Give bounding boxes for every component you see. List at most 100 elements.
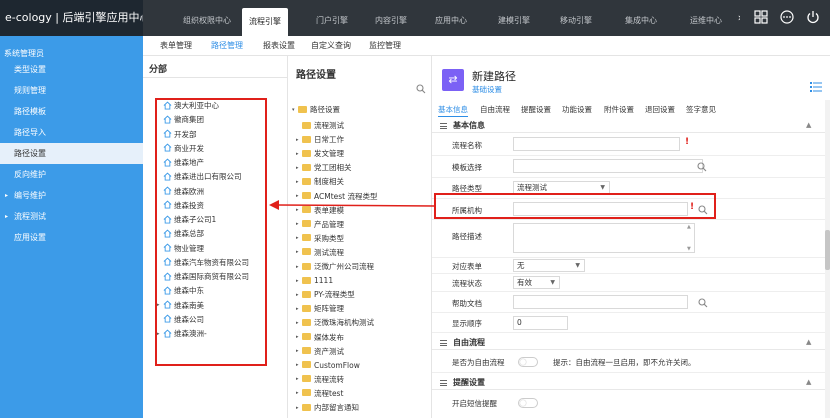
status-select[interactable]: 有效 ▼ xyxy=(513,276,560,289)
subnav-item[interactable]: 路径管理 xyxy=(211,36,243,56)
topnav-item[interactable]: 移动引擎 xyxy=(553,0,599,36)
field-row-help: 帮助文档 xyxy=(432,292,830,313)
form-tab[interactable]: 附件设置 xyxy=(604,102,634,117)
form-panel: ⇄ 新建路径 基础设置 基本信息 自由流程 提醒设置 功能设置 附件设置 退回设置 签字意见… xyxy=(432,56,830,418)
path-tree-root[interactable]: ▾ 路径设置 xyxy=(292,103,340,116)
search-icon[interactable] xyxy=(416,84,426,94)
path-item[interactable]: ▸ 矩阵管理 xyxy=(296,302,344,315)
sidebar-item[interactable]: 反向维护 xyxy=(0,164,143,185)
form-tab[interactable]: 基本信息 xyxy=(438,102,468,117)
search-icon[interactable] xyxy=(697,162,707,172)
folder-icon xyxy=(302,192,311,199)
scrollbar-thumb[interactable] xyxy=(825,230,830,270)
chevron-down-icon: ▼ xyxy=(550,279,555,286)
path-item[interactable]: ▸ CustomFlow xyxy=(296,359,360,372)
subnav-item[interactable]: 自定义查询 xyxy=(311,36,351,56)
path-item[interactable]: ▸ 制度相关 xyxy=(296,175,344,188)
form-tab[interactable]: 签字意见 xyxy=(686,102,716,117)
topnav-item[interactable]: 流程引擎 xyxy=(242,8,288,36)
form-tab[interactable]: 提醒设置 xyxy=(521,102,551,117)
path-item[interactable]: ▸ 表单建模 xyxy=(296,204,344,217)
chevron-up-icon[interactable]: ▲ xyxy=(806,121,811,129)
path-item[interactable]: ▸ 1111 xyxy=(296,274,333,287)
path-item[interactable]: ▸ 日常工作 xyxy=(296,133,344,146)
path-item[interactable]: ▸ PY-流程类型 xyxy=(296,288,355,301)
path-item[interactable]: ▸ 泛微广州公司流程 xyxy=(296,260,374,273)
scroll-down-icon[interactable]: ▼ xyxy=(687,246,691,252)
topnav-item[interactable]: 建模引擎 xyxy=(491,0,537,36)
path-item[interactable]: ▸ 媒体发布 xyxy=(296,331,344,344)
description-textarea[interactable] xyxy=(513,223,695,253)
sms-remind-toggle[interactable] xyxy=(518,398,538,408)
sidebar-item[interactable]: 类型设置 xyxy=(0,59,143,80)
search-icon[interactable] xyxy=(698,298,708,308)
topnav-item[interactable]: 组织权限中心 xyxy=(177,0,237,36)
sidebar-item[interactable]: 规则管理 xyxy=(0,80,143,101)
path-item[interactable]: 流程测试 xyxy=(296,119,344,132)
path-item[interactable]: ▸ 内部留言通知 xyxy=(296,401,359,414)
topnav-item[interactable]: 内容引擎 xyxy=(368,0,414,36)
order-input[interactable]: 0 xyxy=(513,316,568,330)
topnav-item[interactable]: 集成中心 xyxy=(618,0,664,36)
scrollbar[interactable] xyxy=(825,100,830,418)
folder-icon xyxy=(302,361,311,369)
sidebar-item-label: 编号维护 xyxy=(14,191,46,200)
sidebar-item[interactable]: ▸ 编号维护 xyxy=(0,185,143,206)
path-item[interactable]: ▸ 流程流转 xyxy=(296,373,344,386)
chevron-up-icon[interactable]: ▲ xyxy=(806,338,811,346)
help-doc-input[interactable] xyxy=(513,295,688,309)
form-tab[interactable]: 退回设置 xyxy=(645,102,675,117)
power-icon[interactable] xyxy=(806,10,820,24)
field-row-template: 模板选择 xyxy=(432,156,830,178)
path-item[interactable]: ▸ 泛微珠海机构测试 xyxy=(296,316,374,329)
grid-icon[interactable] xyxy=(754,10,768,24)
form-title: 新建路径 xyxy=(472,70,516,83)
sidebar-item[interactable]: 路径设置 xyxy=(0,143,143,164)
subnav-item[interactable]: 监控管理 xyxy=(369,36,401,56)
path-label: 采购类型 xyxy=(314,233,344,243)
folder-icon xyxy=(302,375,311,383)
form-select[interactable]: 无 ▼ xyxy=(513,259,585,272)
path-item[interactable]: ▸ 发文管理 xyxy=(296,147,344,160)
subnav-item[interactable]: 表单管理 xyxy=(160,36,192,56)
flow-name-input[interactable] xyxy=(513,137,680,151)
form-tab[interactable]: 自由流程 xyxy=(480,102,510,117)
path-item[interactable]: ▸ 测试流程 xyxy=(296,246,344,259)
folder-icon xyxy=(302,234,311,242)
sidebar-item[interactable]: 路径导入 xyxy=(0,122,143,143)
sub-navigation: 表单管理 路径管理 报表设置 自定义查询 监控管理 xyxy=(143,36,830,56)
more-icon[interactable] xyxy=(780,10,794,24)
path-label: 制度相关 xyxy=(314,177,344,187)
sidebar-item[interactable]: ▸ 流程测试 xyxy=(0,206,143,227)
topnav-item[interactable]: 门户引擎 xyxy=(309,0,355,36)
path-item[interactable]: ▸ 产品管理 xyxy=(296,218,344,231)
path-label: 流程流转 xyxy=(314,374,344,384)
form-tab[interactable]: 功能设置 xyxy=(562,102,592,117)
template-select-input[interactable] xyxy=(513,159,703,173)
path-label: 产品管理 xyxy=(314,219,344,229)
section-free-flow[interactable]: 自由流程 ▲ xyxy=(432,336,830,350)
topnav-item[interactable]: 运维中心 xyxy=(683,0,729,36)
divider xyxy=(143,77,288,78)
form-subtitle[interactable]: 基础设置 xyxy=(472,84,502,95)
sidebar-item-label: 反向维护 xyxy=(14,170,46,179)
path-panel: 路径设置 ▾ 路径设置 流程测试 ▸ 日常工作 ▸ 发文管理 ▸ 党工团相关 ▸ 制度相关 ▸ ACMt… xyxy=(288,56,432,418)
path-item[interactable]: ▸ ACMtest 流程类型 xyxy=(296,190,378,203)
path-item[interactable]: ▸ 采购类型 xyxy=(296,232,344,245)
chevron-up-icon[interactable]: ▲ xyxy=(806,378,811,386)
subnav-item[interactable]: 报表设置 xyxy=(263,36,295,56)
section-basic-info[interactable]: 基本信息 ▲ xyxy=(432,119,830,133)
scroll-up-icon[interactable]: ▲ xyxy=(687,224,691,230)
path-item[interactable]: ▸ 流程test xyxy=(296,387,343,400)
free-flow-toggle[interactable] xyxy=(518,357,538,367)
folder-icon xyxy=(302,177,311,185)
folder-icon xyxy=(302,121,311,129)
path-item[interactable]: ▸ 党工团相关 xyxy=(296,161,352,174)
path-item[interactable]: ▸ 资产测试 xyxy=(296,345,344,358)
folder-icon xyxy=(302,403,311,411)
sidebar-item[interactable]: 路径模板 xyxy=(0,101,143,122)
section-remind[interactable]: 提醒设置 ▲ xyxy=(432,376,830,390)
list-icon[interactable] xyxy=(810,82,822,92)
sidebar-item[interactable]: 应用设置 xyxy=(0,227,143,248)
topnav-item[interactable]: 应用中心 xyxy=(428,0,474,36)
